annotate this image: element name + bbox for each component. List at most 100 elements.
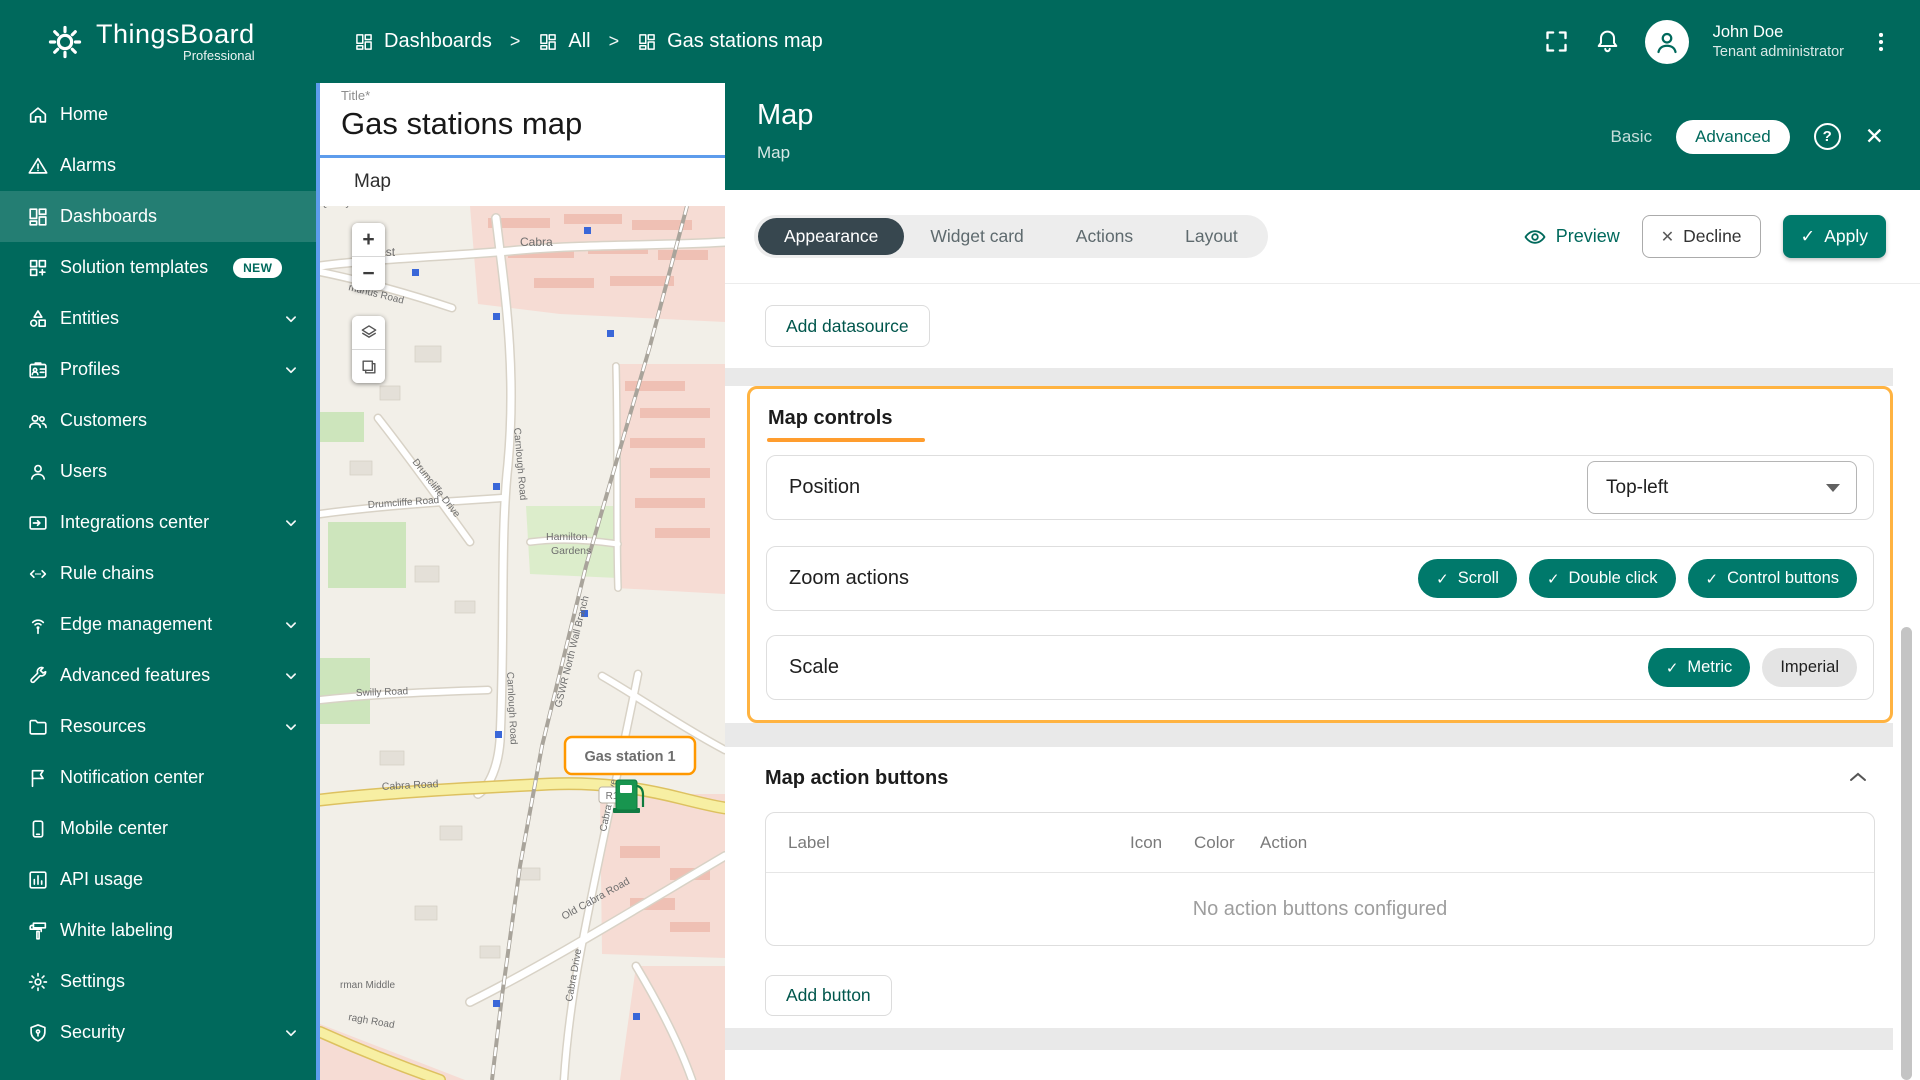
sidebar-item-label: White labeling [60, 920, 173, 941]
sidebar-item-customers[interactable]: Customers [0, 395, 316, 446]
breadcrumb-label: All [568, 30, 590, 53]
chip-metric[interactable]: ✓ Metric [1648, 648, 1751, 687]
fullscreen-button[interactable] [1543, 28, 1570, 55]
entities-icon [27, 308, 49, 330]
pages-icon [359, 357, 379, 377]
check-icon: ✓ [1706, 570, 1719, 588]
sidebar-item-settings[interactable]: Settings [0, 956, 316, 1007]
profiles-icon [27, 359, 49, 381]
sidebar-item-home[interactable]: Home [0, 89, 316, 140]
sidebar-item-notification-center[interactable]: Notification center [0, 752, 316, 803]
security-shield-icon [27, 1022, 49, 1044]
close-settings-button[interactable]: ✕ [1865, 125, 1884, 148]
preview-button[interactable]: Preview [1523, 225, 1620, 249]
user-block[interactable]: John Doe Tenant administrator [1713, 22, 1844, 61]
sidebar-item-alarms[interactable]: Alarms [0, 140, 316, 191]
scale-label: Scale [789, 656, 839, 679]
tab-widget-card[interactable]: Widget card [904, 218, 1049, 255]
sidebar-item-profiles[interactable]: Profiles [0, 344, 316, 395]
close-icon: ✕ [1661, 227, 1674, 247]
sidebar-item-integrations-center[interactable]: Integrations center [0, 497, 316, 548]
sidebar-item-users[interactable]: Users [0, 446, 316, 497]
sidebar-item-label: Home [60, 104, 108, 125]
chip-double-click[interactable]: ✓ Double click [1529, 559, 1676, 598]
sidebar-item-white-labeling[interactable]: White labeling [0, 905, 316, 956]
resources-folder-icon [27, 716, 49, 738]
chip-control-buttons[interactable]: ✓ Control buttons [1688, 559, 1857, 598]
sidebar-item-rule-chains[interactable]: Rule chains [0, 548, 316, 599]
map-zoom-out-button[interactable]: − [352, 257, 385, 290]
avatar[interactable] [1645, 20, 1689, 64]
sidebar-item-advanced-features[interactable]: Advanced features [0, 650, 316, 701]
map-marker-gas-station-1[interactable]: Gas station 1 [565, 737, 695, 774]
svg-text:Hamilton: Hamilton [546, 531, 588, 543]
breadcrumb-item-gas-stations-map[interactable]: Gas stations map [637, 30, 823, 53]
map-action-buttons-section: Map action buttons Label Icon Color Acti… [725, 747, 1920, 1028]
users-icon [27, 461, 49, 483]
sidebar-item-label: Customers [60, 410, 147, 431]
more-menu-button[interactable] [1868, 29, 1894, 55]
apply-label: Apply [1824, 226, 1868, 247]
widget-header-title: Map [320, 158, 725, 193]
edge-management-icon [27, 614, 49, 636]
apply-button[interactable]: ✓ Apply [1783, 215, 1886, 258]
solution-templates-icon [27, 257, 49, 279]
settings-subtitle: Map [757, 143, 790, 163]
sidebar-item-mobile-center[interactable]: Mobile center [0, 803, 316, 854]
tab-actions[interactable]: Actions [1050, 218, 1159, 255]
map-zoom-in-button[interactable]: + [352, 223, 385, 256]
sidebar-item-api-usage[interactable]: API usage [0, 854, 316, 905]
check-icon: ✓ [1666, 659, 1679, 677]
chevron-up-icon [1848, 771, 1868, 783]
map[interactable]: Cabra West manus Road Drumcliffe Drive D… [320, 206, 725, 1080]
thingsboard-logo[interactable]: ThingsBoard Professional [0, 20, 316, 63]
add-datasource-button[interactable]: Add datasource [765, 305, 930, 347]
settings-tab-group: Appearance Widget card Actions Layout [754, 215, 1268, 258]
empty-table-message: No action buttons configured [766, 873, 1874, 945]
sidebar-item-dashboards[interactable]: Dashboards [0, 191, 316, 242]
svg-text:Quarry Road: Quarry Road [320, 206, 377, 209]
sidebar-item-edge-management[interactable]: Edge management [0, 599, 316, 650]
breadcrumb-item-dashboards[interactable]: Dashboards [354, 30, 492, 53]
basic-mode-toggle[interactable]: Basic [1611, 127, 1653, 147]
rule-chains-icon [27, 563, 49, 585]
decline-button[interactable]: ✕ Decline [1642, 215, 1761, 258]
tab-appearance[interactable]: Appearance [758, 218, 904, 255]
column-header-color: Color [1194, 833, 1235, 853]
map-action-buttons-title: Map action buttons [765, 767, 948, 790]
sidebar-item-entities[interactable]: Entities [0, 293, 316, 344]
position-select[interactable]: Top-left [1587, 461, 1857, 514]
settings-content: Add datasource Map controls Position Top… [725, 284, 1920, 1080]
map-style-button[interactable] [352, 350, 385, 383]
thingsboard-gear-icon [46, 23, 84, 61]
tab-layout[interactable]: Layout [1159, 218, 1264, 255]
settings-header: Map Map Basic Advanced ? ✕ [725, 83, 1920, 190]
sidebar-item-resources[interactable]: Resources [0, 701, 316, 752]
park-area [328, 522, 406, 588]
breadcrumb-item-all[interactable]: All [538, 30, 590, 53]
chip-imperial[interactable]: Imperial [1762, 648, 1857, 687]
widget-title-input[interactable]: Title* Gas stations map [320, 83, 725, 155]
chevron-down-icon [282, 1024, 300, 1042]
section-divider [725, 1028, 1893, 1050]
fullscreen-icon [1543, 28, 1570, 55]
collapse-section-button[interactable] [1848, 771, 1868, 783]
integrations-center-icon [27, 512, 49, 534]
dashboards-icon [27, 206, 49, 228]
add-button[interactable]: Add button [765, 975, 892, 1016]
scrollbar-thumb[interactable] [1901, 627, 1912, 1080]
sidebar-item-solution-templates[interactable]: Solution templates NEW [0, 242, 316, 293]
sidebar-item-security[interactable]: Security [0, 1007, 316, 1058]
dashboards-icon [538, 32, 558, 52]
notifications-button[interactable] [1594, 28, 1621, 55]
alarms-icon [27, 155, 49, 177]
breadcrumb-separator: > [510, 31, 521, 52]
chevron-down-icon [282, 361, 300, 379]
help-button[interactable]: ? [1814, 123, 1841, 150]
chip-label: Imperial [1780, 658, 1839, 677]
advanced-mode-toggle[interactable]: Advanced [1676, 120, 1790, 154]
map-layers-button[interactable] [352, 316, 385, 349]
chip-scroll[interactable]: ✓ Scroll [1418, 559, 1517, 598]
next-section-stub [725, 1050, 1920, 1080]
api-usage-chart-icon [27, 869, 49, 891]
